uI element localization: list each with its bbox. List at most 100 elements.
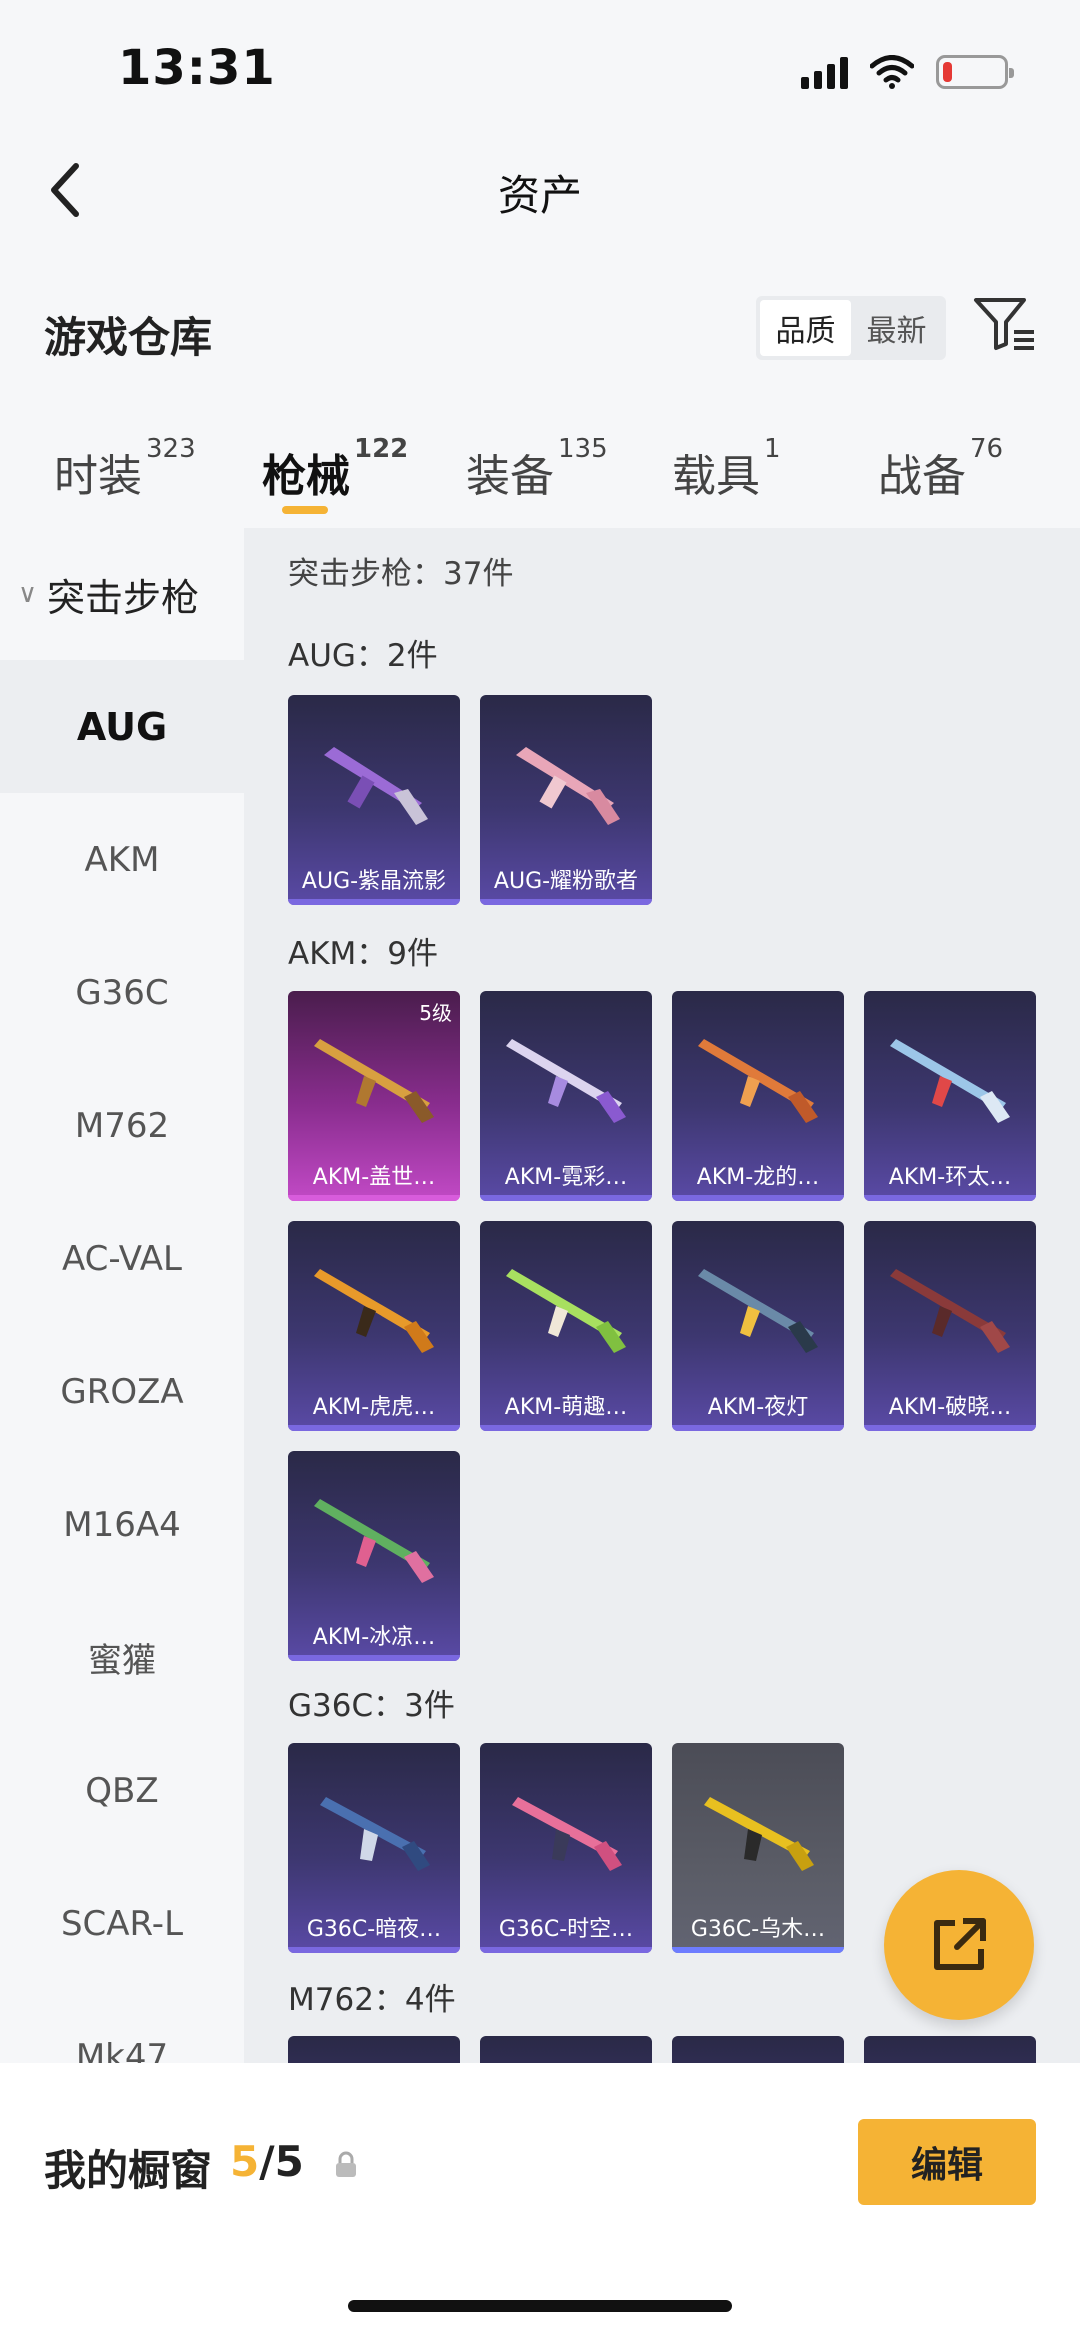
rifle-image-icon (516, 747, 620, 825)
tab-vehicles[interactable]: 载具1 (672, 434, 781, 504)
lock-icon (336, 2151, 356, 2177)
tab-count: 1 (764, 434, 781, 464)
sidebar-group-label: 突击步枪 (47, 575, 200, 620)
rifle-image-icon (698, 1039, 818, 1123)
rifle-image-icon (506, 1039, 626, 1123)
edit-button[interactable]: 编辑 (858, 2119, 1036, 2205)
tab-combat-supplies[interactable]: 战备76 (878, 434, 1003, 504)
sidebar-item-g36c[interactable]: G36C (0, 926, 244, 1059)
sidebar-item-akm[interactable]: AKM (0, 793, 244, 926)
home-indicator (348, 2300, 732, 2312)
sidebar-item-m16a4[interactable]: M16A4 (0, 1458, 244, 1591)
section-header: 游戏仓库 品质 最新 (0, 290, 1080, 370)
weapon-card[interactable]: AUG-紫晶流影 (288, 695, 460, 905)
rifle-image-icon (314, 1039, 434, 1123)
weapon-card[interactable]: G36C-乌木… (672, 1743, 844, 1953)
rifle-image-icon (890, 1039, 1010, 1123)
weapon-card[interactable]: AKM-环太… (864, 991, 1036, 1201)
tab-equipment[interactable]: 装备135 (466, 434, 608, 504)
rifle-image-icon (890, 1269, 1010, 1353)
page-title: 资产 (497, 171, 582, 220)
section-title: 游戏仓库 (44, 313, 213, 362)
tab-weapons[interactable]: 枪械122 (262, 434, 408, 504)
tab-label: 时装 (54, 451, 142, 502)
group-label-g36c: G36C：3件 (288, 1688, 455, 1724)
battery-level (943, 62, 952, 82)
showcase-total: /5 (259, 2137, 304, 2186)
weapon-content: 突击步枪：37件 AUG：2件 AUG-紫晶流影 AUG-耀粉歌者 AKM：9件… (244, 528, 1080, 2063)
active-tab-indicator (282, 506, 328, 514)
weapon-card[interactable] (288, 2036, 460, 2063)
weapon-name: AUG-紫晶流影 (301, 869, 447, 894)
battery-icon (936, 55, 1014, 89)
sidebar-item-groza[interactable]: GROZA (0, 1325, 244, 1458)
weapon-name: AKM-夜灯 (707, 1395, 809, 1420)
share-button[interactable] (884, 1870, 1034, 2020)
share-export-icon (934, 1918, 986, 1970)
tab-count: 323 (146, 434, 196, 464)
weapon-card[interactable]: AKM-虎虎… (288, 1221, 460, 1431)
weapon-name: AKM-环太… (888, 1165, 1012, 1190)
sidebar-item-aug[interactable]: AUG (0, 660, 244, 793)
rifle-image-icon (324, 747, 428, 825)
weapon-name: AKM-萌趣… (504, 1395, 628, 1420)
weapon-card[interactable] (864, 2036, 1036, 2063)
weapon-name: AKM-霓彩… (504, 1165, 628, 1190)
weapon-name: G36C-暗夜… (306, 1917, 442, 1942)
tab-count: 135 (558, 434, 608, 464)
filter-button[interactable] (970, 290, 1040, 360)
weapon-card[interactable] (672, 2036, 844, 2063)
chevron-down-icon: ∨ (18, 579, 38, 609)
showcase-label: 我的橱窗 (44, 2146, 213, 2195)
sort-option-newest[interactable]: 最新 (851, 300, 942, 356)
showcase-current: 5 (230, 2137, 260, 2186)
weapon-card[interactable]: G36C-暗夜… (288, 1743, 460, 1953)
sidebar-item-ac-val[interactable]: AC-VAL (0, 1192, 244, 1325)
tab-count: 122 (354, 434, 409, 464)
tab-label: 战备 (878, 451, 966, 502)
weapon-card[interactable]: AKM-冰凉… (288, 1451, 460, 1661)
tab-label: 装备 (466, 451, 554, 502)
weapon-name: AKM-虎虎… (312, 1395, 436, 1420)
showcase-bar: 我的橱窗 5/5 编辑 (0, 2063, 1080, 2337)
group-label-aug: AUG：2件 (288, 638, 438, 674)
weapon-card[interactable]: 5级 AKM-盖世… (288, 991, 460, 1201)
rifle-image-icon (698, 1269, 818, 1353)
weapon-card[interactable]: AKM-霓彩… (480, 991, 652, 1201)
rifle-image-icon (314, 1499, 434, 1583)
weapon-sidebar: ∨ 突击步枪 AUG AKM G36C M762 AC-VAL GROZA M1… (0, 528, 244, 2063)
sidebar-item-m762[interactable]: M762 (0, 1059, 244, 1192)
weapon-card[interactable]: AKM-萌趣… (480, 1221, 652, 1431)
body-area: ∨ 突击步枪 AUG AKM G36C M762 AC-VAL GROZA M1… (0, 528, 1080, 2063)
tab-label: 载具 (672, 451, 760, 502)
sidebar-group-assault-rifles[interactable]: ∨ 突击步枪 (0, 528, 244, 660)
weapon-card[interactable]: AUG-耀粉歌者 (480, 695, 652, 905)
weapon-card[interactable]: AKM-破晓… (864, 1221, 1036, 1431)
weapon-card[interactable]: AKM-龙的… (672, 991, 844, 1201)
filter-icon (974, 298, 1034, 350)
showcase-count: 5/5 (230, 2137, 304, 2186)
status-time: 13:31 (118, 40, 276, 96)
tab-label: 枪械 (262, 451, 350, 502)
weapon-card[interactable]: G36C-时空… (480, 1743, 652, 1953)
sidebar-item-qbz[interactable]: QBZ (0, 1724, 244, 1857)
sort-option-quality[interactable]: 品质 (760, 300, 851, 356)
sidebar-item-mk47[interactable]: Mk47 (0, 1990, 244, 2064)
tab-fashion[interactable]: 时装323 (54, 434, 196, 504)
sidebar-item-scar-l[interactable]: SCAR-L (0, 1857, 244, 1990)
group-label-akm: AKM：9件 (288, 936, 439, 972)
wifi-icon (870, 55, 914, 89)
weapon-card[interactable] (480, 2036, 652, 2063)
weapon-card[interactable]: AKM-夜灯 (672, 1221, 844, 1431)
sidebar-item-honey-badger[interactable]: 蜜獾 (0, 1591, 244, 1724)
rifle-image-icon (506, 1269, 626, 1353)
group-label-m762: M762：4件 (288, 1982, 456, 2018)
weapon-name: G36C-时空… (498, 1917, 634, 1942)
rifle-image-icon (320, 1797, 430, 1871)
category-count: 突击步枪：37件 (288, 556, 514, 592)
weapon-name: AKM-破晓… (888, 1395, 1012, 1420)
status-icons (801, 52, 1014, 92)
weapon-name: AKM-冰凉… (312, 1625, 436, 1650)
weapon-name: AUG-耀粉歌者 (493, 869, 639, 894)
rifle-image-icon (704, 1797, 814, 1871)
